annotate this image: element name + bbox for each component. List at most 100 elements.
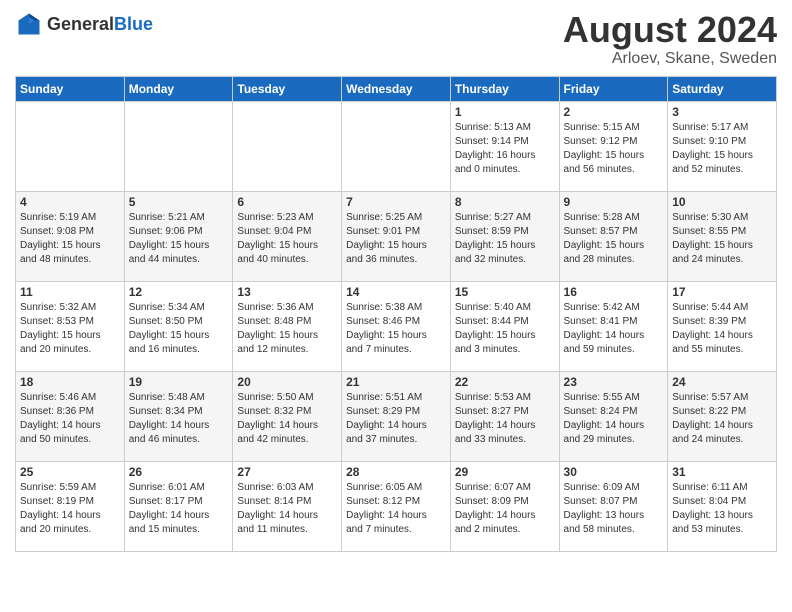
calendar-day-cell: 23 Sunrise: 5:55 AM Sunset: 8:24 PM Dayli… <box>559 371 668 461</box>
day-number: 24 <box>672 375 772 389</box>
calendar-day-cell: 2 Sunrise: 5:15 AM Sunset: 9:12 PM Daylig… <box>559 101 668 191</box>
day-info: Sunrise: 5:38 AM Sunset: 8:46 PM Dayligh… <box>346 301 446 357</box>
calendar-day-cell: 28 Sunrise: 6:05 AM Sunset: 8:12 PM Dayli… <box>342 461 451 551</box>
calendar-day-cell: 1 Sunrise: 5:13 AM Sunset: 9:14 PM Daylig… <box>450 101 559 191</box>
day-info: Sunrise: 5:48 AM Sunset: 8:34 PM Dayligh… <box>129 391 229 447</box>
calendar-day-cell: 11 Sunrise: 5:32 AM Sunset: 8:53 PM Dayli… <box>16 281 125 371</box>
calendar-week-row: 25 Sunrise: 5:59 AM Sunset: 8:19 PM Dayli… <box>16 461 777 551</box>
calendar-day-cell: 14 Sunrise: 5:38 AM Sunset: 8:46 PM Dayli… <box>342 281 451 371</box>
calendar-day-cell: 3Sunrise: 5:17 AM Sunset: 9:10 PM Daylig… <box>668 101 777 191</box>
calendar-day-cell <box>16 101 125 191</box>
day-of-week-header: Wednesday <box>342 76 451 101</box>
day-number: 9 <box>564 195 664 209</box>
calendar-day-cell: 19Sunrise: 5:48 AM Sunset: 8:34 PM Dayli… <box>124 371 233 461</box>
calendar-day-cell: 22Sunrise: 5:53 AM Sunset: 8:27 PM Dayli… <box>450 371 559 461</box>
calendar-day-cell: 5 Sunrise: 5:21 AM Sunset: 9:06 PM Daylig… <box>124 191 233 281</box>
calendar-day-cell: 30 Sunrise: 6:09 AM Sunset: 8:07 PM Dayli… <box>559 461 668 551</box>
location-subtitle: Arloev, Skane, Sweden <box>563 50 777 68</box>
day-info: Sunrise: 5:59 AM Sunset: 8:19 PM Dayligh… <box>20 481 120 537</box>
day-number: 10 <box>672 195 772 209</box>
day-info: Sunrise: 6:03 AM Sunset: 8:14 PM Dayligh… <box>237 481 337 537</box>
calendar-day-cell: 10 Sunrise: 5:30 AM Sunset: 8:55 PM Dayli… <box>668 191 777 281</box>
day-info: Sunrise: 5:42 AM Sunset: 8:41 PM Dayligh… <box>564 301 664 357</box>
day-number: 30 <box>564 465 664 479</box>
day-info: Sunrise: 5:21 AM Sunset: 9:06 PM Dayligh… <box>129 211 229 267</box>
calendar-week-row: 11 Sunrise: 5:32 AM Sunset: 8:53 PM Dayli… <box>16 281 777 371</box>
day-info: Sunrise: 5:25 AM Sunset: 9:01 PM Dayligh… <box>346 211 446 267</box>
month-year-title: August 2024 <box>563 10 777 50</box>
day-number: 2 <box>564 105 664 119</box>
day-number: 21 <box>346 375 446 389</box>
day-of-week-header: Friday <box>559 76 668 101</box>
day-of-week-header: Monday <box>124 76 233 101</box>
logo: GeneralBlue <box>15 10 153 38</box>
day-info: Sunrise: 6:11 AM Sunset: 8:04 PM Dayligh… <box>672 481 772 537</box>
day-number: 14 <box>346 285 446 299</box>
calendar-day-cell: 12Sunrise: 5:34 AM Sunset: 8:50 PM Dayli… <box>124 281 233 371</box>
day-number: 28 <box>346 465 446 479</box>
day-number: 29 <box>455 465 555 479</box>
day-info: Sunrise: 5:23 AM Sunset: 9:04 PM Dayligh… <box>237 211 337 267</box>
calendar-day-cell: 20Sunrise: 5:50 AM Sunset: 8:32 PM Dayli… <box>233 371 342 461</box>
calendar-day-cell: 18Sunrise: 5:46 AM Sunset: 8:36 PM Dayli… <box>16 371 125 461</box>
day-info: Sunrise: 5:40 AM Sunset: 8:44 PM Dayligh… <box>455 301 555 357</box>
calendar-day-cell <box>342 101 451 191</box>
day-info: Sunrise: 5:15 AM Sunset: 9:12 PM Dayligh… <box>564 121 664 177</box>
day-number: 1 <box>455 105 555 119</box>
day-info: Sunrise: 6:09 AM Sunset: 8:07 PM Dayligh… <box>564 481 664 537</box>
calendar-day-cell: 29 Sunrise: 6:07 AM Sunset: 8:09 PM Dayli… <box>450 461 559 551</box>
calendar-day-cell: 27 Sunrise: 6:03 AM Sunset: 8:14 PM Dayli… <box>233 461 342 551</box>
day-info: Sunrise: 6:07 AM Sunset: 8:09 PM Dayligh… <box>455 481 555 537</box>
day-info: Sunrise: 5:53 AM Sunset: 8:27 PM Dayligh… <box>455 391 555 447</box>
day-info: Sunrise: 6:01 AM Sunset: 8:17 PM Dayligh… <box>129 481 229 537</box>
day-of-week-header: Thursday <box>450 76 559 101</box>
calendar-day-cell: 15 Sunrise: 5:40 AM Sunset: 8:44 PM Dayli… <box>450 281 559 371</box>
logo-text: GeneralBlue <box>47 14 153 35</box>
calendar-day-cell: 25 Sunrise: 5:59 AM Sunset: 8:19 PM Dayli… <box>16 461 125 551</box>
day-number: 18 <box>20 375 120 389</box>
calendar-day-cell: 6Sunrise: 5:23 AM Sunset: 9:04 PM Daylig… <box>233 191 342 281</box>
day-number: 13 <box>237 285 337 299</box>
day-info: Sunrise: 6:05 AM Sunset: 8:12 PM Dayligh… <box>346 481 446 537</box>
day-number: 11 <box>20 285 120 299</box>
day-info: Sunrise: 5:13 AM Sunset: 9:14 PM Dayligh… <box>455 121 555 177</box>
day-number: 7 <box>346 195 446 209</box>
day-number: 5 <box>129 195 229 209</box>
calendar-day-cell: 9 Sunrise: 5:28 AM Sunset: 8:57 PM Daylig… <box>559 191 668 281</box>
day-info: Sunrise: 5:19 AM Sunset: 9:08 PM Dayligh… <box>20 211 120 267</box>
title-block: August 2024 Arloev, Skane, Sweden <box>563 10 777 68</box>
day-info: Sunrise: 5:17 AM Sunset: 9:10 PM Dayligh… <box>672 121 772 177</box>
calendar-day-cell: 17 Sunrise: 5:44 AM Sunset: 8:39 PM Dayli… <box>668 281 777 371</box>
day-info: Sunrise: 5:30 AM Sunset: 8:55 PM Dayligh… <box>672 211 772 267</box>
calendar-week-row: 18Sunrise: 5:46 AM Sunset: 8:36 PM Dayli… <box>16 371 777 461</box>
day-info: Sunrise: 5:44 AM Sunset: 8:39 PM Dayligh… <box>672 301 772 357</box>
calendar-day-cell: 24 Sunrise: 5:57 AM Sunset: 8:22 PM Dayli… <box>668 371 777 461</box>
day-info: Sunrise: 5:27 AM Sunset: 8:59 PM Dayligh… <box>455 211 555 267</box>
day-number: 25 <box>20 465 120 479</box>
day-info: Sunrise: 5:32 AM Sunset: 8:53 PM Dayligh… <box>20 301 120 357</box>
page-header: GeneralBlue August 2024 Arloev, Skane, S… <box>15 10 777 68</box>
day-number: 31 <box>672 465 772 479</box>
calendar-day-cell <box>124 101 233 191</box>
day-of-week-header: Saturday <box>668 76 777 101</box>
day-info: Sunrise: 5:55 AM Sunset: 8:24 PM Dayligh… <box>564 391 664 447</box>
logo-general: General <box>47 14 114 34</box>
calendar-day-cell: 21 Sunrise: 5:51 AM Sunset: 8:29 PM Dayli… <box>342 371 451 461</box>
day-number: 12 <box>129 285 229 299</box>
calendar-day-cell: 26 Sunrise: 6:01 AM Sunset: 8:17 PM Dayli… <box>124 461 233 551</box>
day-info: Sunrise: 5:28 AM Sunset: 8:57 PM Dayligh… <box>564 211 664 267</box>
day-number: 27 <box>237 465 337 479</box>
day-number: 16 <box>564 285 664 299</box>
day-info: Sunrise: 5:51 AM Sunset: 8:29 PM Dayligh… <box>346 391 446 447</box>
day-of-week-header: Tuesday <box>233 76 342 101</box>
day-number: 17 <box>672 285 772 299</box>
day-number: 23 <box>564 375 664 389</box>
calendar-day-cell: 13Sunrise: 5:36 AM Sunset: 8:48 PM Dayli… <box>233 281 342 371</box>
day-number: 15 <box>455 285 555 299</box>
calendar-day-cell: 4 Sunrise: 5:19 AM Sunset: 9:08 PM Daylig… <box>16 191 125 281</box>
day-info: Sunrise: 5:57 AM Sunset: 8:22 PM Dayligh… <box>672 391 772 447</box>
day-number: 4 <box>20 195 120 209</box>
calendar-day-cell: 31 Sunrise: 6:11 AM Sunset: 8:04 PM Dayli… <box>668 461 777 551</box>
logo-blue: Blue <box>114 14 153 34</box>
day-number: 26 <box>129 465 229 479</box>
